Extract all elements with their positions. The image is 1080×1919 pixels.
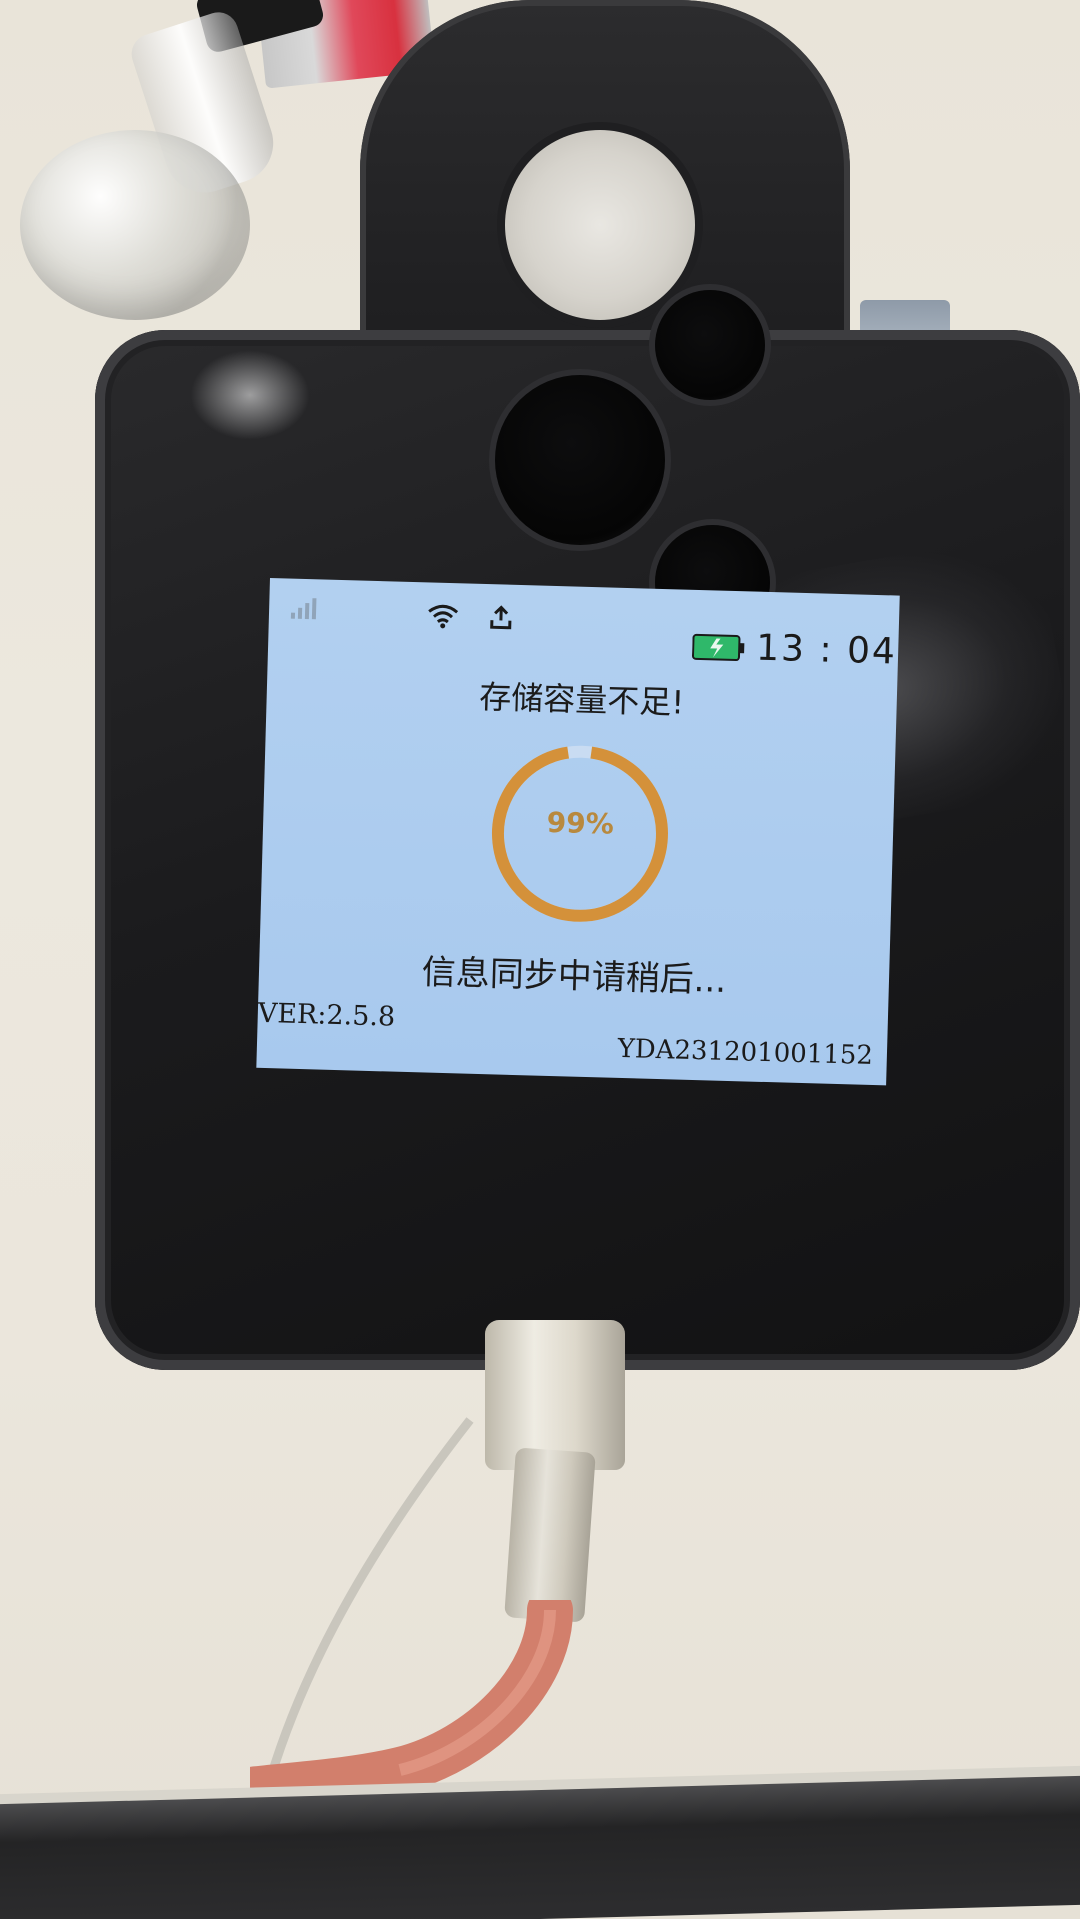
cable-sleeve: [504, 1447, 596, 1623]
upload-icon: [490, 605, 512, 630]
camera-lens-small-top: [655, 290, 765, 400]
clock-time: 13 : 04: [755, 627, 898, 673]
progress-percent-label: 99%: [546, 805, 615, 841]
wifi-icon: [428, 604, 459, 629]
device-glare-spot: [190, 350, 310, 440]
device-lcd-screen: 13 : 04 存储容量不足! 99% 信息同步中请稍后... VER:2.5.…: [256, 578, 900, 1086]
glass-ornament: [20, 130, 250, 320]
storage-warning-title: 存储容量不足!: [478, 677, 685, 722]
white-sensor-lens: [505, 130, 695, 320]
signal-bars-icon: [290, 598, 317, 620]
camera-lens-large: [495, 375, 665, 545]
sync-message: 信息同步中请稍后...: [421, 952, 727, 1001]
photo-scene: 13 : 04 存储容量不足! 99% 信息同步中请稍后... VER:2.5.…: [0, 0, 1080, 1919]
device-serial-number: YDA231201001152: [617, 1033, 874, 1072]
cable-connector: [485, 1320, 625, 1470]
firmware-version: VER:2.5.8: [257, 997, 396, 1033]
battery-charging-icon: [691, 633, 745, 662]
